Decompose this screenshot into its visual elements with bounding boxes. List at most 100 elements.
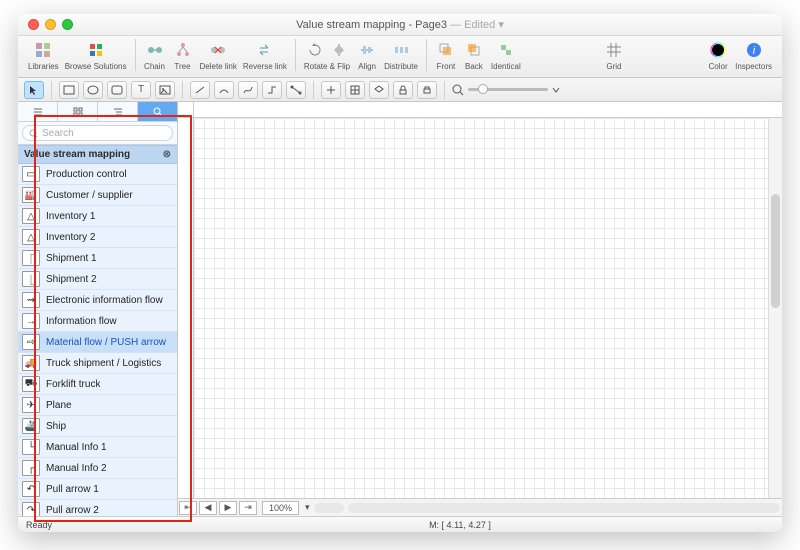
image-tool[interactable] (155, 81, 175, 99)
grid-button[interactable] (603, 39, 625, 61)
rotate-button[interactable] (304, 39, 326, 61)
library-header[interactable]: Value stream mapping ⊗ (18, 145, 177, 164)
collapse-icon[interactable]: ⊗ (163, 149, 171, 160)
panel-view-tree[interactable] (98, 102, 138, 121)
reverse-link-button[interactable] (254, 39, 276, 61)
library-item[interactable]: →Information flow (18, 311, 177, 332)
shape-toolbar: T (18, 78, 782, 102)
library-item[interactable]: ✈ Plane (18, 395, 177, 416)
search-input[interactable]: Search (22, 125, 173, 141)
identical-button[interactable] (495, 39, 517, 61)
zoom-display[interactable]: 100% (262, 501, 299, 515)
zoom-out-icon[interactable] (452, 84, 464, 96)
shape-icon: △ (22, 229, 40, 245)
library-item[interactable]: 🚢Ship (18, 416, 177, 437)
roundrect-tool[interactable] (107, 81, 127, 99)
library-item[interactable]: ⛟ Forklift truck (18, 374, 177, 395)
library-item[interactable]: ┌ Manual Info 2 (18, 458, 177, 479)
library-panel: Search Value stream mapping ⊗ ▭Productio… (18, 102, 178, 516)
shape-icon: └ (22, 439, 40, 455)
smart-connector-tool[interactable] (286, 81, 306, 99)
library-item-label: Forklift truck (46, 379, 100, 390)
align-button[interactable] (356, 39, 378, 61)
color-button[interactable] (707, 39, 729, 61)
page-prev[interactable]: ◀ (199, 501, 217, 515)
panel-view-grid[interactable] (58, 102, 98, 121)
chain-button[interactable] (144, 39, 166, 61)
status-bar: Ready M: [ 4.11, 4.27 ] (18, 516, 782, 532)
chevron-down-icon[interactable] (552, 86, 560, 94)
shape-icon: △ (22, 208, 40, 224)
shape-icon: ┌ (22, 460, 40, 476)
library-item[interactable]: ↷ Pull arrow 2 (18, 500, 177, 516)
window-title: Value stream mapping - Page3 — Edited ▾ (18, 18, 782, 31)
page-prev-all[interactable]: ⇤ (179, 501, 197, 515)
distribute-button[interactable] (390, 39, 412, 61)
page-next[interactable]: ▶ (219, 501, 237, 515)
library-item[interactable]: △ Inventory 1 (18, 206, 177, 227)
drawing-canvas[interactable] (194, 118, 768, 498)
library-item-label: Pull arrow 1 (46, 484, 99, 495)
library-item[interactable]: ⇨ Material flow / PUSH arrow (18, 332, 177, 353)
line-tool[interactable] (190, 81, 210, 99)
arc-tool[interactable] (214, 81, 234, 99)
lock-tool[interactable] (393, 81, 413, 99)
library-item[interactable]: ⇝ Electronic information flow (18, 290, 177, 311)
shape-icon: 🚢 (22, 418, 40, 434)
zoom-slider[interactable] (452, 84, 560, 96)
shape-icon: → (22, 313, 40, 329)
library-item[interactable]: ▭Production control (18, 164, 177, 185)
library-item-label: Inventory 2 (46, 232, 95, 243)
page-scroll-left[interactable] (314, 503, 344, 513)
horizontal-scrollbar[interactable] (348, 503, 780, 513)
layers-tool[interactable] (369, 81, 389, 99)
library-item-label: Inventory 1 (46, 211, 95, 222)
shape-icon: ↶ (22, 481, 40, 497)
back-button[interactable] (463, 39, 485, 61)
library-item-label: Production control (46, 169, 127, 180)
shape-icon: ⇝ (22, 292, 40, 308)
delete-link-button[interactable] (207, 39, 229, 61)
library-item-label: Pull arrow 2 (46, 505, 99, 516)
flip-button[interactable] (328, 39, 350, 61)
front-button[interactable] (435, 39, 457, 61)
library-item[interactable]: └ Manual Info 1 (18, 437, 177, 458)
text-tool[interactable]: T (131, 81, 151, 99)
library-item-label: Electronic information flow (46, 295, 163, 306)
shape-icon: ⛟ (22, 376, 40, 392)
library-item[interactable]: ↶ Pull arrow 1 (18, 479, 177, 500)
shape-icon: 🏭 (22, 187, 40, 203)
inspectors-button[interactable]: i (743, 39, 765, 61)
table-tool[interactable] (345, 81, 365, 99)
rect-tool[interactable] (59, 81, 79, 99)
library-item[interactable]: ⎾Shipment 1 (18, 248, 177, 269)
ellipse-tool[interactable] (83, 81, 103, 99)
shape-icon: ✈ (22, 397, 40, 413)
library-item-label: Manual Info 1 (46, 442, 107, 453)
page-next-all[interactable]: ⇥ (239, 501, 257, 515)
shape-icon: ↷ (22, 502, 40, 516)
snap-tool[interactable] (321, 81, 341, 99)
app-window: Value stream mapping - Page3 — Edited ▾ … (18, 14, 782, 532)
library-item-label: Material flow / PUSH arrow (46, 337, 166, 348)
library-item[interactable]: △ Inventory 2 (18, 227, 177, 248)
main-toolbar: Libraries Browse Solutions Chain Tree De… (18, 36, 782, 78)
pointer-tool[interactable] (24, 81, 44, 99)
titlebar: Value stream mapping - Page3 — Edited ▾ (18, 14, 782, 36)
print-tool[interactable] (417, 81, 437, 99)
tree-button[interactable] (172, 39, 194, 61)
library-item[interactable]: ⎿Shipment 2 (18, 269, 177, 290)
library-item-label: Plane (46, 400, 72, 411)
shape-icon: ⇨ (22, 334, 40, 350)
libraries-button[interactable] (32, 39, 54, 61)
browse-solutions-button[interactable] (85, 39, 107, 61)
panel-search-toggle[interactable] (138, 102, 177, 121)
spline-tool[interactable] (238, 81, 258, 99)
panel-view-list[interactable] (18, 102, 58, 121)
vertical-scrollbar[interactable] (768, 118, 782, 498)
connector-tool[interactable] (262, 81, 282, 99)
library-item[interactable]: 🚚Truck shipment / Logistics (18, 353, 177, 374)
library-item-label: Manual Info 2 (46, 463, 107, 474)
library-item[interactable]: 🏭Customer / supplier (18, 185, 177, 206)
search-icon (29, 129, 38, 138)
